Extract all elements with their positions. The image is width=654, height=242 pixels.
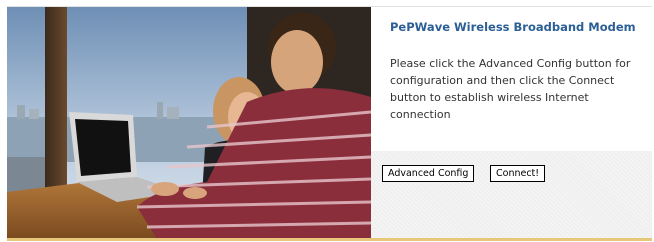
connect-button[interactable]: Connect! bbox=[490, 165, 546, 182]
bottom-accent-bar bbox=[7, 238, 652, 241]
info-panel: PePWave Wireless Broadband Modem Please … bbox=[371, 7, 652, 151]
advanced-config-button[interactable]: Advanced Config bbox=[382, 165, 475, 182]
page-title: PePWave Wireless Broadband Modem bbox=[390, 20, 636, 34]
button-area: Advanced Config Connect! bbox=[371, 151, 652, 239]
instructions-text: Please click the Advanced Config button … bbox=[390, 57, 631, 121]
hero-photo bbox=[7, 7, 371, 239]
